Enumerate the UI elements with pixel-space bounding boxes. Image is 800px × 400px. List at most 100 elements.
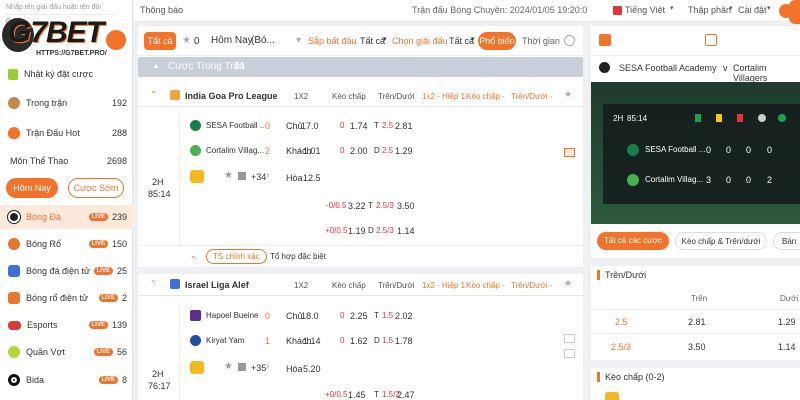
odd-home[interactable]: 18.0 [301, 311, 319, 321]
sidebar-item-ebasketball[interactable]: Bóng rổ điện tử LIVE 2 [0, 286, 133, 310]
sidebar-item-bet-history[interactable]: Nhật ký đặt cược [0, 62, 133, 86]
team-logo-icon [190, 310, 201, 321]
notice-label[interactable]: Thông báo [140, 5, 183, 15]
handicap-away-odd[interactable]: 1.62 [350, 336, 368, 346]
tv-icon[interactable] [599, 34, 611, 46]
sort-time[interactable]: Thời gian [522, 36, 560, 46]
tab-handicap-ou[interactable]: Kèo chấp & Trên/dưới [675, 232, 767, 250]
league-header[interactable]: ⌃ Israel Liga Alef 1X2 Kèo chấp Trên/Dướ… [138, 274, 583, 296]
filter-all[interactable]: Tất cả [144, 32, 176, 50]
filter-today[interactable]: Hôm Nay [211, 35, 253, 46]
odd-away[interactable]: 1.01 [303, 146, 321, 156]
sidebar-item-basketball[interactable]: Bóng Rổ LIVE 150 [0, 232, 133, 256]
tab-all-bets[interactable]: Tất cả các cược [597, 232, 669, 250]
chevron-down-icon: ▾ [729, 5, 733, 12]
handicap-home-odd[interactable]: 1.45 [348, 390, 366, 400]
home-team[interactable]: SESA Football ... [206, 121, 264, 130]
thumbs-up-icon[interactable] [605, 392, 619, 400]
settings-select[interactable]: Cài đặt [738, 5, 767, 15]
star-icon[interactable]: ★ [564, 89, 572, 100]
search-input[interactable]: Nhập tên giải đấu hoặc tên đội [6, 4, 101, 11]
more-markets[interactable]: +35 [251, 363, 266, 373]
sidebar-item-billiards[interactable]: Bida LIVE 8 [0, 368, 133, 392]
tab-exact-score[interactable]: TS chính xác [206, 249, 267, 264]
handicap-line: 0 [340, 121, 345, 130]
sidebar-item-hot[interactable]: Trận Đấu Hot 288 [0, 121, 133, 145]
thumbs-up-icon[interactable] [190, 361, 204, 374]
more-markets[interactable]: +34 [251, 172, 266, 182]
football-icon [8, 211, 20, 223]
home-team[interactable]: Hapoel Bueine [206, 311, 264, 320]
handicap-home-odd[interactable]: 1.74 [350, 121, 368, 131]
thumbs-up-icon[interactable] [190, 170, 204, 183]
live-stream-icon[interactable] [564, 349, 575, 358]
live-stream-icon[interactable] [564, 148, 575, 157]
sidebar-item-count: 8 [121, 375, 127, 385]
tab-special-combo[interactable]: Tổ hợp đặc biệt [270, 252, 326, 261]
match-half: 2H [152, 369, 164, 379]
ou-under-odd[interactable]: 1.29 [395, 146, 413, 156]
handicap-away-odd[interactable]: 2.00 [350, 146, 368, 156]
ou-over-odd[interactable]: 2.81 [395, 121, 413, 131]
scoreboard-icon[interactable] [705, 34, 717, 46]
stats-icon[interactable] [238, 363, 246, 371]
ou-under-odd[interactable]: 1.14 [397, 226, 415, 236]
sidebar-item-tennis[interactable]: Quần Vợt LIVE 56 [0, 340, 133, 364]
star-icon[interactable]: ★ [224, 361, 233, 372]
live-badge: LIVE [98, 376, 118, 384]
chevron-right-icon: › [266, 170, 270, 181]
handicap-home-odd[interactable]: 2.25 [350, 311, 368, 321]
star-icon[interactable]: ★ [182, 35, 191, 46]
ou-over-odd[interactable]: 2.47 [397, 390, 415, 400]
sub-tabs: ⌄ TS chính xác Tổ hợp đặc biệt [138, 246, 583, 268]
sidebar-item-count: 150 [111, 239, 127, 249]
ou-under-odd[interactable]: 1.78 [395, 336, 413, 346]
league-header[interactable]: ⌃ India Goa Pro League 1X2 Kèo chấp Trên… [138, 85, 583, 107]
sidebar-item-football[interactable]: Bóng Đá LIVE 239 [0, 205, 133, 229]
sb-val: 0 [726, 175, 732, 185]
sort-popular[interactable]: Phổ biến [478, 32, 516, 50]
ou-over-odd[interactable]: 2.02 [395, 311, 413, 321]
star-icon[interactable]: ★ [564, 278, 572, 289]
goal-icon [758, 114, 766, 122]
ou-under-odd[interactable]: 1.14 [778, 342, 796, 352]
ou-line: 2.5/3 [376, 226, 394, 235]
league-name: Israel Liga Alef [185, 280, 249, 290]
tab-today[interactable]: Hôm Nay [6, 178, 58, 198]
ou-over-odd[interactable]: 3.50 [397, 201, 415, 211]
odd-away[interactable]: 1.14 [303, 336, 321, 346]
away-team[interactable]: Cortalim Villag... [206, 146, 264, 155]
live-stream-icon[interactable] [564, 334, 575, 343]
expand-handle[interactable] [789, 0, 800, 24]
handicap-away-odd[interactable]: 1.19 [348, 226, 366, 236]
sidebar-item-esports[interactable]: Esports LIVE 139 [0, 313, 133, 337]
sidebar-item-efootball[interactable]: Bóng đá điện tử LIVE 25 [0, 259, 133, 283]
sort-label[interactable]: Sắp bất đầu [308, 36, 357, 46]
language-select[interactable]: Tiếng Việt [625, 5, 665, 15]
in-match-bar[interactable]: ▲ Cược Trong Trận 41 [138, 57, 583, 77]
refresh-icon[interactable] [564, 35, 575, 46]
ou-under-odd[interactable]: 1.29 [778, 317, 796, 327]
sidebar-item-label: Bóng Đá [26, 212, 62, 222]
away-team[interactable]: Kiryat Yam [206, 336, 264, 345]
sidebar-item-in-play[interactable]: Trong trận 192 [0, 91, 133, 115]
odd-draw[interactable]: 12.5 [303, 173, 321, 183]
odd-home[interactable]: 17.0 [301, 121, 319, 131]
tab-goals[interactable]: Bàn [773, 232, 800, 250]
yellow-card-icon [716, 114, 722, 122]
refresh-icon[interactable] [106, 30, 126, 50]
odd-draw[interactable]: 5.20 [303, 364, 321, 374]
tab-early[interactable]: Cược Sớm [68, 178, 124, 198]
stats-icon[interactable] [238, 172, 246, 180]
scoreboard-panel: 2H 85:14 SESA Football ... 0 0 0 0 Corta… [603, 104, 800, 204]
star-icon[interactable]: ★ [224, 170, 233, 181]
league-filter-label[interactable]: Chọn giải đấu [392, 36, 448, 46]
odds-type-select[interactable]: Thập phân [688, 5, 731, 15]
handicap-home-odd[interactable]: 3.22 [348, 201, 366, 211]
ou-over-odd[interactable]: 2.81 [688, 317, 706, 327]
live-badge: LIVE [88, 213, 108, 221]
league-logo-icon [170, 90, 180, 100]
sort-value[interactable]: Tất cả [360, 36, 385, 46]
ou-over-odd[interactable]: 3.50 [688, 342, 706, 352]
col-h1-ou: Trên/Dưới - [511, 281, 553, 290]
